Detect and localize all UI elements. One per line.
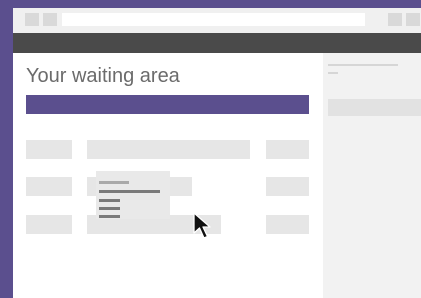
table-cell (266, 140, 309, 159)
window-control-button[interactable] (43, 13, 57, 26)
window-title-bar (13, 8, 421, 33)
menu-item[interactable] (99, 207, 120, 210)
menu-item[interactable] (99, 215, 120, 218)
menu-item[interactable] (99, 190, 160, 193)
table-cell (266, 177, 309, 196)
table-cell (26, 215, 72, 234)
table-cell (266, 215, 309, 234)
page-title: Your waiting area (26, 65, 180, 87)
table-cell (87, 140, 250, 159)
browser-window: Your waiting area (13, 8, 421, 298)
window-control-button[interactable] (406, 13, 420, 26)
menu-item[interactable] (99, 199, 120, 202)
sidebar-subheading (328, 72, 338, 74)
table-cell (26, 140, 72, 159)
sidebar (323, 53, 421, 298)
header-banner (26, 95, 309, 114)
table-cell (26, 177, 72, 196)
sidebar-item[interactable] (328, 99, 421, 116)
sidebar-heading (328, 64, 398, 66)
menu-item[interactable] (99, 181, 129, 184)
toolbar (13, 33, 421, 53)
dropdown-menu (96, 171, 170, 219)
address-bar[interactable] (62, 13, 365, 26)
window-control-button[interactable] (388, 13, 402, 26)
window-control-button[interactable] (25, 13, 39, 26)
mouse-pointer-icon (193, 212, 211, 239)
